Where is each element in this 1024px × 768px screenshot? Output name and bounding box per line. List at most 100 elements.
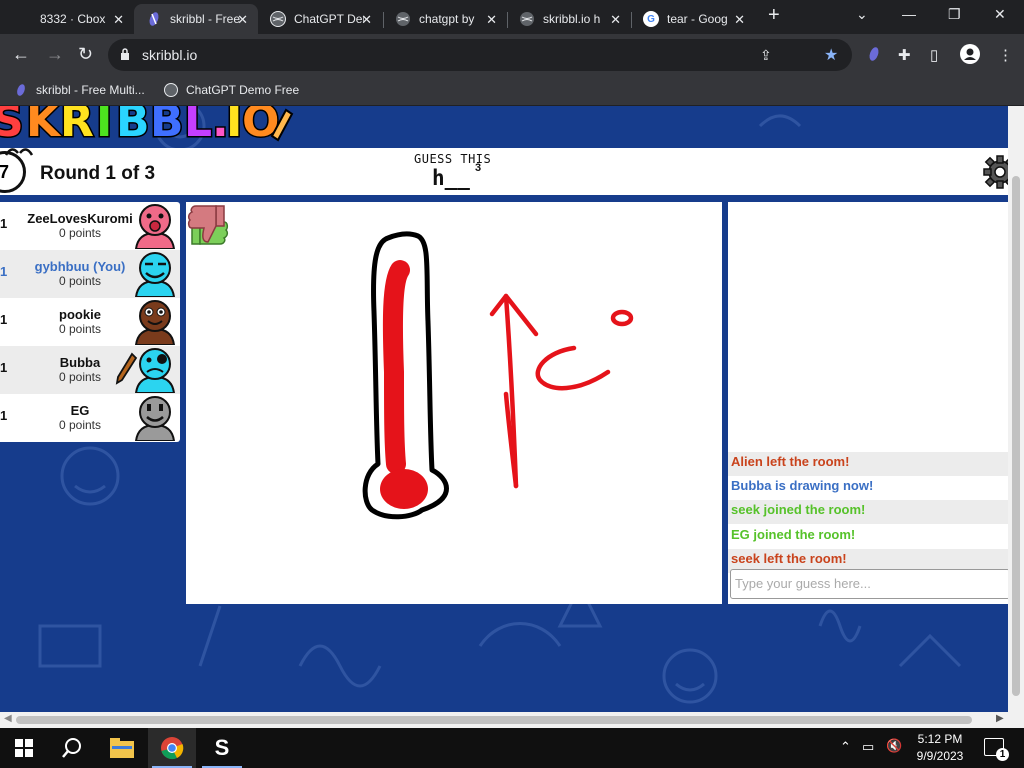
- close-icon[interactable]: ✕: [237, 12, 248, 28]
- extensions-puzzle-icon[interactable]: ✚: [898, 46, 911, 64]
- url-text: skribbl.io: [142, 47, 198, 63]
- browser-tab-skribbl-h[interactable]: skribbl.io h ✕: [507, 4, 631, 34]
- close-icon[interactable]: ✕: [361, 12, 372, 28]
- taskbar-date[interactable]: 9/9/2023: [910, 749, 970, 763]
- browser-tab-chatgpt-demo[interactable]: ChatGPT Demo ✕: [258, 4, 382, 34]
- close-icon[interactable]: ✕: [610, 12, 621, 28]
- svg-text:I: I: [226, 106, 242, 146]
- app-s-icon[interactable]: S: [198, 728, 246, 768]
- skribbl-logo: S K R I B B L . I O: [0, 106, 294, 146]
- bookmark-skribbl[interactable]: skribbl - Free Multi...: [14, 83, 145, 97]
- reload-icon[interactable]: ↻: [78, 44, 93, 65]
- browser-tab-skribbl[interactable]: skribbl - Free ✕: [134, 4, 258, 34]
- close-icon[interactable]: ✕: [734, 12, 745, 28]
- player-points: 0 points: [58, 274, 102, 288]
- player-name: gybhbuu (You): [34, 259, 126, 274]
- bookmark-label: ChatGPT Demo Free: [186, 83, 300, 97]
- skribbl-extension-icon[interactable]: [866, 46, 882, 66]
- browser-tab-chatgpt-by[interactable]: chatgpt by ✕: [383, 4, 507, 34]
- chat-text: Bubba is drawing now!: [731, 478, 874, 493]
- skribbl-favicon-icon: [14, 83, 28, 97]
- thermometer-drawing: [362, 231, 634, 520]
- alarm-clock-icon: [4, 144, 34, 156]
- settings-gear-icon[interactable]: [982, 154, 1008, 190]
- lock-icon: [121, 48, 129, 60]
- share-icon[interactable]: ⇪: [760, 47, 772, 64]
- round-timer: 7: [0, 151, 26, 193]
- chat-text: Alien left the room!: [731, 454, 850, 469]
- tab-title: skribbl.io h: [543, 12, 601, 26]
- bookmark-label: skribbl - Free Multi...: [36, 83, 145, 97]
- browser-tab-google[interactable]: G tear - Goog ✕: [631, 4, 755, 34]
- chat-message: Alien left the room!: [728, 452, 1008, 476]
- tab-title: skribbl - Free: [170, 12, 240, 26]
- address-bar[interactable]: skribbl.io ⇪ ★: [108, 39, 852, 71]
- file-explorer-icon[interactable]: [98, 728, 146, 768]
- close-icon[interactable]: ✕: [486, 12, 497, 28]
- player-points: 0 points: [58, 226, 102, 240]
- player-rank: 1: [0, 264, 8, 279]
- profile-avatar-icon[interactable]: [960, 44, 980, 68]
- search-icon[interactable]: [48, 728, 96, 768]
- avatar: [134, 300, 176, 345]
- timer-value: 7: [0, 161, 9, 182]
- tab-title: ChatGPT Demo: [294, 12, 364, 26]
- word-length: 3: [475, 162, 482, 174]
- close-window-button[interactable]: ✕: [994, 6, 1006, 23]
- network-icon[interactable]: ▭: [862, 739, 874, 755]
- tab-title: tear - Goog: [667, 12, 728, 26]
- bookmark-chatgpt-demo[interactable]: ChatGPT Demo Free: [164, 83, 299, 97]
- player-rank: 1: [0, 216, 8, 231]
- player-row[interactable]: 1 EG 0 points: [0, 394, 180, 442]
- restore-button[interactable]: ❐: [948, 6, 961, 23]
- menu-kebab-icon[interactable]: ⋮: [998, 46, 1013, 64]
- close-icon[interactable]: ✕: [113, 12, 124, 28]
- windows-start-icon[interactable]: [0, 728, 48, 768]
- vertical-scrollbar[interactable]: [1008, 106, 1024, 712]
- player-name: ZeeLovesKuromi: [27, 211, 133, 226]
- player-name: pookie: [59, 307, 101, 322]
- svg-text:I: I: [96, 106, 112, 146]
- back-arrow-icon[interactable]: ←: [12, 44, 30, 65]
- svg-text:B: B: [150, 106, 184, 146]
- avatar: [134, 348, 176, 393]
- bookmark-star-icon[interactable]: ★: [824, 45, 838, 65]
- browser-toolbar: ← → ↻ skribbl.io ⇪ ★ ✚ ▯ ⋮: [0, 34, 1024, 76]
- volume-muted-icon[interactable]: 🔇: [886, 738, 902, 754]
- drawing-canvas[interactable]: [186, 202, 722, 604]
- browser-tab-cbox[interactable]: 8332 · Cbox ✕: [28, 4, 134, 34]
- tab-title: chatgpt by: [419, 12, 475, 26]
- notifications-icon[interactable]: 1: [984, 738, 1009, 761]
- player-points: 0 points: [58, 322, 102, 336]
- side-panel-icon[interactable]: ▯: [930, 46, 938, 64]
- chat-text: seek left the room!: [731, 551, 847, 566]
- globe-icon: [164, 83, 178, 97]
- avatar: [134, 252, 176, 297]
- scroll-thumb[interactable]: [1012, 176, 1020, 696]
- player-points: 0 points: [58, 418, 102, 432]
- chrome-icon[interactable]: [148, 728, 196, 768]
- forward-arrow-icon[interactable]: →: [46, 44, 64, 65]
- minimize-button[interactable]: —: [902, 6, 916, 22]
- thumbs-down-icon[interactable]: [186, 202, 230, 248]
- chat-text: EG joined the room!: [731, 527, 856, 542]
- scroll-left-arrow-icon[interactable]: ◀: [4, 713, 12, 724]
- tab-search-chevron-icon[interactable]: ⌄: [856, 6, 868, 23]
- new-tab-button[interactable]: +: [768, 4, 780, 27]
- scroll-right-arrow-icon[interactable]: ▶: [996, 713, 1004, 724]
- svg-text:B: B: [116, 106, 150, 146]
- player-row[interactable]: 1 Bubba 0 points: [0, 346, 180, 394]
- guess-input[interactable]: Type your guess here...: [730, 569, 1008, 599]
- taskbar-time[interactable]: 5:12 PM: [914, 732, 966, 746]
- player-row[interactable]: 1 ZeeLovesKuromi 0 points: [0, 202, 180, 250]
- scroll-thumb[interactable]: [16, 716, 972, 724]
- player-name: EG: [70, 403, 90, 418]
- player-row[interactable]: 1 pookie 0 points: [0, 298, 180, 346]
- svg-text:R: R: [60, 106, 94, 146]
- word-hint: h__: [432, 166, 470, 190]
- chat-message: EG joined the room!: [728, 525, 1008, 549]
- horizontal-scrollbar[interactable]: ◀ ▶: [0, 712, 1024, 728]
- player-row[interactable]: 1 gybhbuu (You) 0 points: [0, 250, 180, 298]
- show-hidden-icons-chevron-icon[interactable]: ⌃: [840, 739, 851, 755]
- browser-tab-strip: 8332 · Cbox ✕ skribbl - Free ✕ ChatGPT D…: [0, 0, 1024, 34]
